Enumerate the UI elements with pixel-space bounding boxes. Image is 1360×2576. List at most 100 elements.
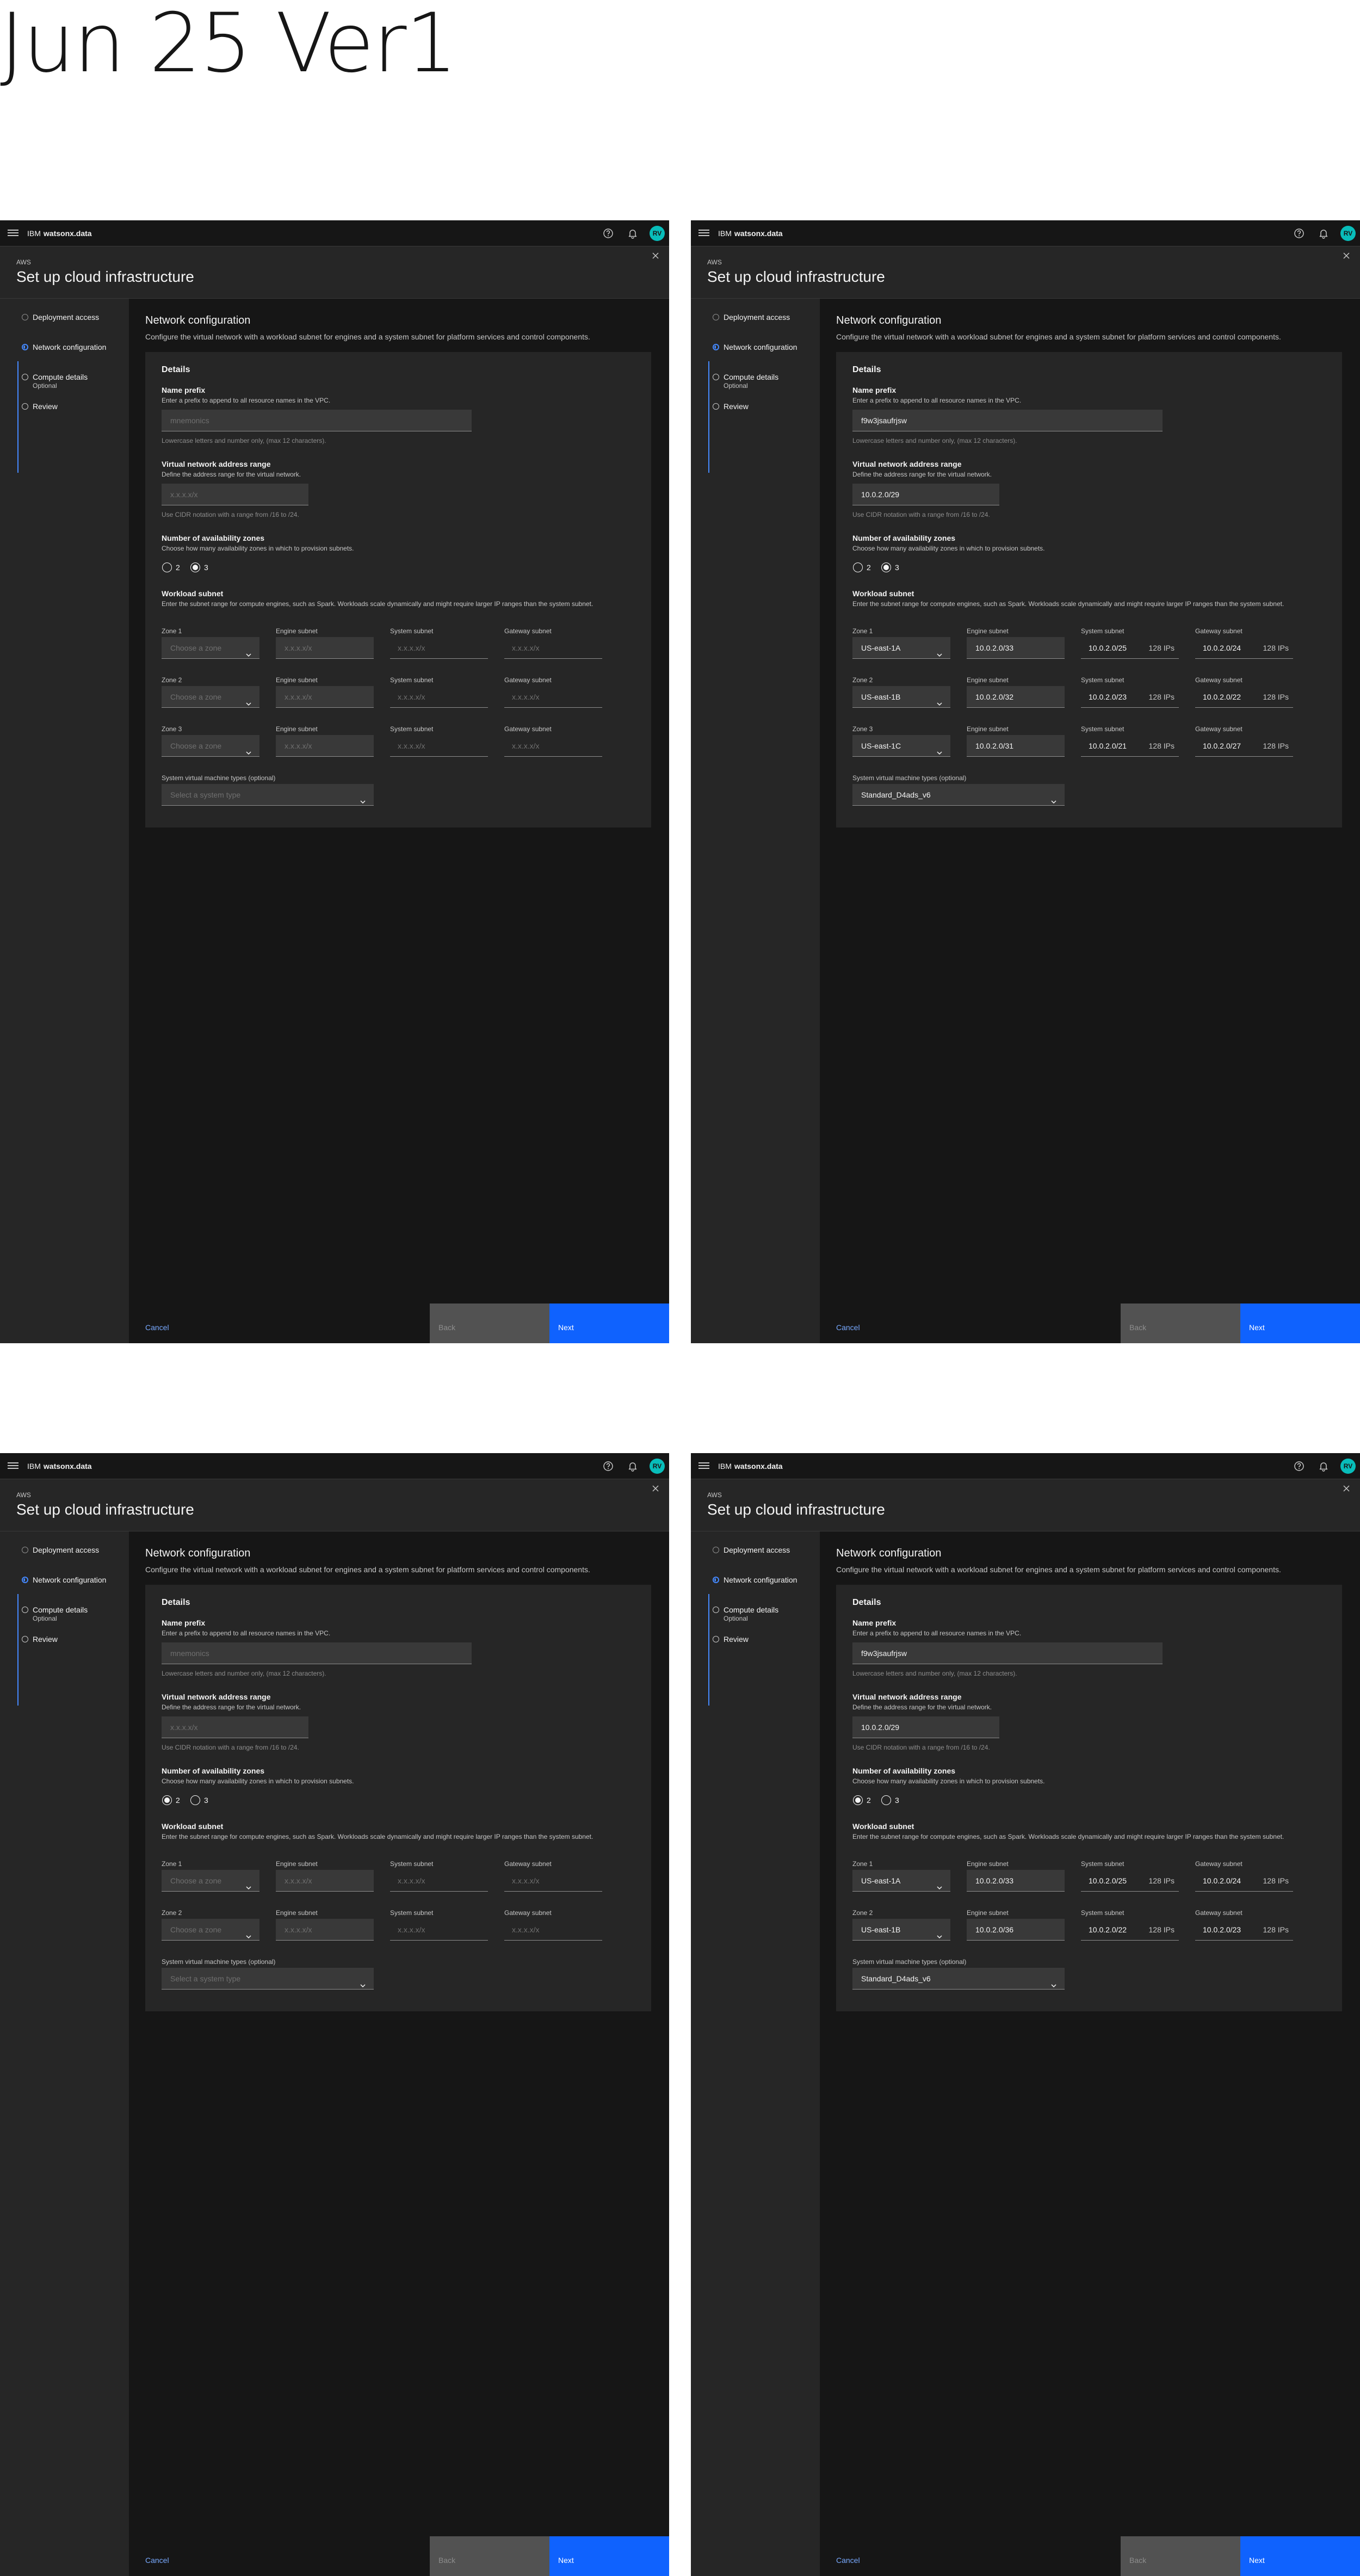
notification-icon[interactable] xyxy=(1318,1461,1329,1472)
cancel-button[interactable]: Cancel xyxy=(820,2536,1121,2576)
name-prefix-label: Name prefix xyxy=(162,1619,206,1627)
close-icon[interactable] xyxy=(652,252,659,260)
system-subnet-field: x.x.x.x/x xyxy=(390,686,488,708)
help-icon[interactable] xyxy=(1294,1461,1305,1472)
vm-type-select[interactable]: Select a system type xyxy=(162,784,374,806)
name-prefix-input[interactable] xyxy=(852,1642,1163,1664)
engine-subnet-input[interactable] xyxy=(967,1870,1065,1892)
vnet-range-input[interactable] xyxy=(852,1716,999,1738)
product-brand[interactable]: IBM watsonx.data xyxy=(718,220,783,246)
vnet-range-label: Virtual network address range xyxy=(162,460,271,468)
back-button[interactable]: Back xyxy=(430,1304,549,1343)
chevron-down-icon xyxy=(1050,792,1057,804)
cancel-button[interactable]: Cancel xyxy=(129,1304,430,1343)
system-subnet-field: 10.0.2.0/25 128 IPs xyxy=(1081,1870,1179,1892)
next-button[interactable]: Next xyxy=(1240,1304,1360,1343)
help-icon[interactable] xyxy=(1294,228,1305,239)
zone-select[interactable]: Choose a zone xyxy=(162,1919,259,1941)
az-radio-3[interactable]: 3 xyxy=(881,562,899,573)
gateway-subnet-field: 10.0.2.0/23 128 IPs xyxy=(1195,1919,1293,1941)
close-icon[interactable] xyxy=(652,1485,659,1492)
engine-subnet-label: Engine subnet xyxy=(276,725,318,733)
zone-select[interactable]: Choose a zone xyxy=(162,686,259,708)
name-prefix-input[interactable] xyxy=(162,1642,472,1664)
zone-select[interactable]: US-east-1C xyxy=(852,735,950,757)
chevron-down-icon xyxy=(1050,1975,1057,1988)
engine-subnet-input[interactable] xyxy=(276,1870,374,1892)
back-button[interactable]: Back xyxy=(430,2536,549,2576)
az-radio-3[interactable]: 3 xyxy=(190,1795,208,1806)
next-button[interactable]: Next xyxy=(549,2536,669,2576)
next-button[interactable]: Next xyxy=(1240,2536,1360,2576)
name-prefix-label: Name prefix xyxy=(162,386,206,394)
engine-subnet-input[interactable] xyxy=(967,1919,1065,1941)
zone-select[interactable]: Choose a zone xyxy=(162,735,259,757)
modal-header: AWS Set up cloud infrastructure xyxy=(691,246,1360,299)
name-prefix-input[interactable] xyxy=(852,410,1163,431)
modal-label: AWS xyxy=(16,1491,31,1499)
az-radio-3[interactable]: 3 xyxy=(881,1795,899,1806)
user-avatar[interactable]: RV xyxy=(650,226,665,241)
modal-footer: Cancel Back Next xyxy=(820,1304,1360,1343)
gateway-subnet-field: 10.0.2.0/27 128 IPs xyxy=(1195,735,1293,757)
notification-icon[interactable] xyxy=(627,228,638,239)
menu-icon[interactable] xyxy=(698,228,709,239)
az-radio-2[interactable]: 2 xyxy=(852,1795,871,1806)
user-avatar[interactable]: RV xyxy=(650,1459,665,1474)
menu-icon[interactable] xyxy=(8,228,18,239)
cancel-button[interactable]: Cancel xyxy=(129,2536,430,2576)
menu-icon[interactable] xyxy=(8,1461,18,1472)
product-brand[interactable]: IBM watsonx.data xyxy=(27,220,92,246)
zone-select-value: US-east-1A xyxy=(861,644,901,652)
notification-icon[interactable] xyxy=(627,1461,638,1472)
vm-type-select[interactable]: Select a system type xyxy=(162,1968,374,1990)
zone-select[interactable]: US-east-1A xyxy=(852,637,950,659)
vm-type-select[interactable]: Standard_D4ads_v6 xyxy=(852,1968,1065,1990)
product-brand[interactable]: IBM watsonx.data xyxy=(718,1453,783,1479)
cancel-button[interactable]: Cancel xyxy=(820,1304,1121,1343)
zone-select[interactable]: Choose a zone xyxy=(162,1870,259,1892)
engine-subnet-input[interactable] xyxy=(276,735,374,757)
engine-subnet-input[interactable] xyxy=(276,637,374,659)
user-avatar[interactable]: RV xyxy=(1340,226,1356,241)
progress-sidebar: Deployment access Network configuration … xyxy=(691,299,820,1343)
zone-select[interactable]: US-east-1B xyxy=(852,686,950,708)
engine-subnet-input[interactable] xyxy=(276,686,374,708)
product-brand[interactable]: IBM watsonx.data xyxy=(27,1453,92,1479)
engine-subnet-input[interactable] xyxy=(967,637,1065,659)
az-radio-3[interactable]: 3 xyxy=(190,562,208,573)
user-avatar[interactable]: RV xyxy=(1340,1459,1356,1474)
vnet-range-input[interactable] xyxy=(162,1716,308,1738)
vnet-range-input[interactable] xyxy=(162,484,308,505)
modal-label: AWS xyxy=(707,1491,722,1499)
menu-icon[interactable] xyxy=(698,1461,709,1472)
modal-label: AWS xyxy=(707,258,722,266)
engine-subnet-input[interactable] xyxy=(967,686,1065,708)
notification-icon[interactable] xyxy=(1318,228,1329,239)
engine-subnet-input[interactable] xyxy=(276,1919,374,1941)
name-prefix-input[interactable] xyxy=(162,410,472,431)
brand-ibm: IBM xyxy=(718,1462,732,1471)
gateway-subnet-label: Gateway subnet xyxy=(1195,1860,1242,1868)
help-icon[interactable] xyxy=(603,1461,614,1472)
vnet-range-input[interactable] xyxy=(852,484,999,505)
modal-header: AWS Set up cloud infrastructure xyxy=(0,246,669,299)
zone-select[interactable]: US-east-1A xyxy=(852,1870,950,1892)
close-icon[interactable] xyxy=(1343,1485,1350,1492)
zone-label: Zone 2 xyxy=(852,1909,873,1917)
help-icon[interactable] xyxy=(603,228,614,239)
zone-select[interactable]: Choose a zone xyxy=(162,637,259,659)
az-radio-2[interactable]: 2 xyxy=(162,562,180,573)
back-button[interactable]: Back xyxy=(1121,2536,1240,2576)
modal-label: AWS xyxy=(16,258,31,266)
back-button[interactable]: Back xyxy=(1121,1304,1240,1343)
zone-select[interactable]: US-east-1B xyxy=(852,1919,950,1941)
az-radio-2[interactable]: 2 xyxy=(852,562,871,573)
next-button[interactable]: Next xyxy=(549,1304,669,1343)
step-label: Network configuration xyxy=(33,343,107,351)
engine-subnet-input[interactable] xyxy=(967,735,1065,757)
close-icon[interactable] xyxy=(1343,252,1350,260)
az-radio-2[interactable]: 2 xyxy=(162,1795,180,1806)
engine-subnet-label: Engine subnet xyxy=(276,676,318,684)
vm-type-select[interactable]: Standard_D4ads_v6 xyxy=(852,784,1065,806)
